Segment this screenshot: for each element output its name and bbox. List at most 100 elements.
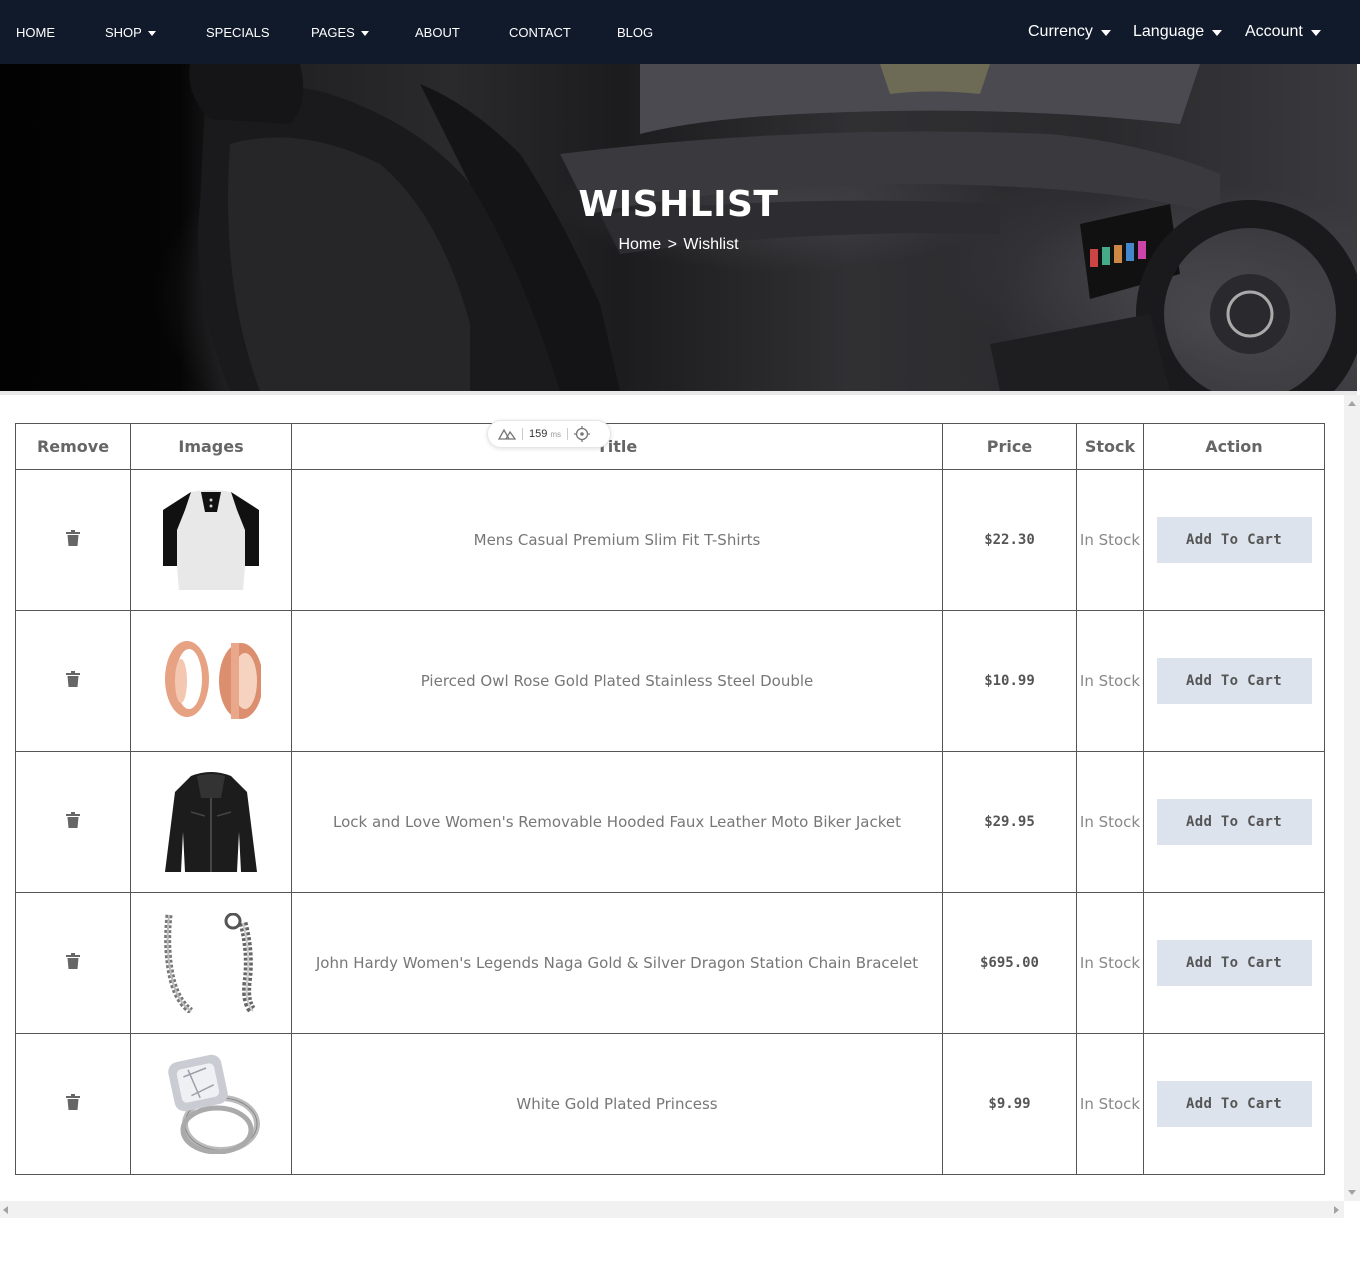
product-image-leather-jacket[interactable]: [161, 772, 261, 872]
breadcrumb-separator: >: [667, 236, 677, 253]
language-label: Language: [1133, 23, 1205, 40]
separator: [522, 428, 523, 440]
product-price: $29.95: [942, 751, 1077, 893]
car-interior-background: [189, 64, 1357, 391]
nav-pages[interactable]: PAGES: [311, 0, 369, 64]
language-dropdown[interactable]: Language: [1133, 0, 1223, 64]
image-cell: [130, 892, 292, 1034]
nav-specials[interactable]: SPECIALS: [206, 0, 270, 64]
action-cell: Add To Cart: [1143, 892, 1325, 1034]
stock-status: In Stock: [1076, 1033, 1144, 1175]
action-cell: Add To Cart: [1143, 610, 1325, 752]
image-cell: [130, 1033, 292, 1175]
nav-label: SHOP: [105, 24, 142, 40]
header-stock: Stock: [1076, 423, 1144, 470]
nav-label: PAGES: [311, 24, 355, 40]
hero-banner: WISHLIST Home > Wishlist: [0, 64, 1357, 391]
currency-label: Currency: [1028, 23, 1093, 40]
header-images: Images: [130, 423, 292, 470]
nav-home[interactable]: HOME: [16, 0, 55, 64]
nav-about[interactable]: ABOUT: [415, 0, 460, 64]
nav-blog[interactable]: BLOG: [617, 0, 653, 64]
add-to-cart-button[interactable]: Add To Cart: [1156, 940, 1312, 986]
table-row: White Gold Plated Princess $9.99 In Stoc…: [15, 1033, 1325, 1175]
product-title[interactable]: Pierced Owl Rose Gold Plated Stainless S…: [291, 610, 943, 752]
currency-dropdown[interactable]: Currency: [1028, 0, 1111, 64]
page-title: WISHLIST: [578, 184, 779, 225]
product-title[interactable]: John Hardy Women's Legends Naga Gold & S…: [291, 892, 943, 1034]
trash-icon[interactable]: [66, 670, 80, 687]
add-to-cart-button[interactable]: Add To Cart: [1156, 517, 1312, 563]
add-to-cart-button[interactable]: Add To Cart: [1156, 799, 1312, 845]
caret-down-icon: [147, 30, 156, 36]
action-cell: Add To Cart: [1143, 751, 1325, 893]
action-cell: Add To Cart: [1143, 1033, 1325, 1175]
stock-status: In Stock: [1076, 469, 1144, 611]
action-cell: Add To Cart: [1143, 469, 1325, 611]
stock-status: In Stock: [1076, 610, 1144, 752]
nav-shop[interactable]: SHOP: [105, 0, 156, 64]
product-title[interactable]: White Gold Plated Princess: [291, 1033, 943, 1175]
trash-icon[interactable]: [66, 529, 80, 546]
trash-icon[interactable]: [66, 811, 80, 828]
scroll-right-icon[interactable]: [1334, 1206, 1339, 1214]
scroll-up-icon[interactable]: [1348, 401, 1356, 406]
divider: [0, 391, 1357, 395]
remove-cell: [15, 469, 131, 611]
crosshair-icon[interactable]: [574, 426, 591, 442]
remove-cell: [15, 751, 131, 893]
image-cell: [130, 469, 292, 611]
scroll-left-icon[interactable]: [3, 1206, 8, 1214]
scroll-down-icon[interactable]: [1348, 1190, 1356, 1195]
table-row: Pierced Owl Rose Gold Plated Stainless S…: [15, 610, 1325, 752]
nav-label: CONTACT: [509, 24, 571, 40]
header-title: Title: [291, 423, 943, 470]
image-cell: [130, 751, 292, 893]
remove-cell: [15, 610, 131, 752]
product-price: $695.00: [942, 892, 1077, 1034]
vertical-scrollbar[interactable]: [1344, 395, 1360, 1201]
trash-icon[interactable]: [66, 952, 80, 969]
product-price: $10.99: [942, 610, 1077, 752]
header-remove: Remove: [15, 423, 131, 470]
caret-down-icon: [1212, 30, 1223, 36]
product-image-silver-chain-bracelet[interactable]: [161, 913, 261, 1013]
separator: [567, 428, 569, 440]
product-image-raglan-tshirt[interactable]: [161, 490, 261, 590]
product-title[interactable]: Mens Casual Premium Slim Fit T-Shirts: [291, 469, 943, 611]
nav-label: HOME: [16, 24, 55, 40]
product-title[interactable]: Lock and Love Women's Removable Hooded F…: [291, 751, 943, 893]
caret-down-icon: [360, 30, 369, 36]
stock-status: In Stock: [1076, 751, 1144, 893]
table-row: Mens Casual Premium Slim Fit T-Shirts $2…: [15, 469, 1325, 611]
top-navbar: HOME SHOP SPECIALS PAGES ABOUT CONTACT B…: [0, 0, 1360, 64]
nav-label: BLOG: [617, 24, 654, 40]
breadcrumb: Home > Wishlist: [0, 236, 1357, 254]
render-time: 159: [529, 428, 548, 440]
nav-contact[interactable]: CONTACT: [509, 0, 571, 64]
image-cell: [130, 610, 292, 752]
product-image-diamond-ring[interactable]: [161, 1054, 261, 1154]
remove-cell: [15, 1033, 131, 1175]
breadcrumb-current: Wishlist: [683, 236, 739, 253]
product-image-rose-gold-rings[interactable]: [161, 631, 261, 731]
render-time-unit: ms: [550, 429, 562, 439]
wishlist-table: Remove Images Title Price Stock Action M…: [15, 423, 1325, 1175]
table-header-row: Remove Images Title Price Stock Action: [15, 423, 1325, 470]
devtools-pill[interactable]: 159 ms: [487, 420, 611, 448]
table-row: John Hardy Women's Legends Naga Gold & S…: [15, 892, 1325, 1034]
add-to-cart-button[interactable]: Add To Cart: [1156, 1081, 1312, 1127]
trash-icon[interactable]: [66, 1093, 80, 1110]
header-price: Price: [942, 423, 1077, 470]
nuxt-logo-icon[interactable]: [498, 428, 516, 440]
caret-down-icon: [1100, 30, 1111, 36]
product-price: $9.99: [942, 1033, 1077, 1175]
account-label: Account: [1245, 23, 1303, 40]
horizontal-scrollbar[interactable]: [0, 1201, 1344, 1218]
account-dropdown[interactable]: Account: [1245, 0, 1321, 64]
stock-status: In Stock: [1076, 892, 1144, 1034]
nav-label: SPECIALS: [206, 24, 270, 40]
breadcrumb-home[interactable]: Home: [618, 236, 661, 253]
nav-label: ABOUT: [415, 24, 460, 40]
add-to-cart-button[interactable]: Add To Cart: [1156, 658, 1312, 704]
